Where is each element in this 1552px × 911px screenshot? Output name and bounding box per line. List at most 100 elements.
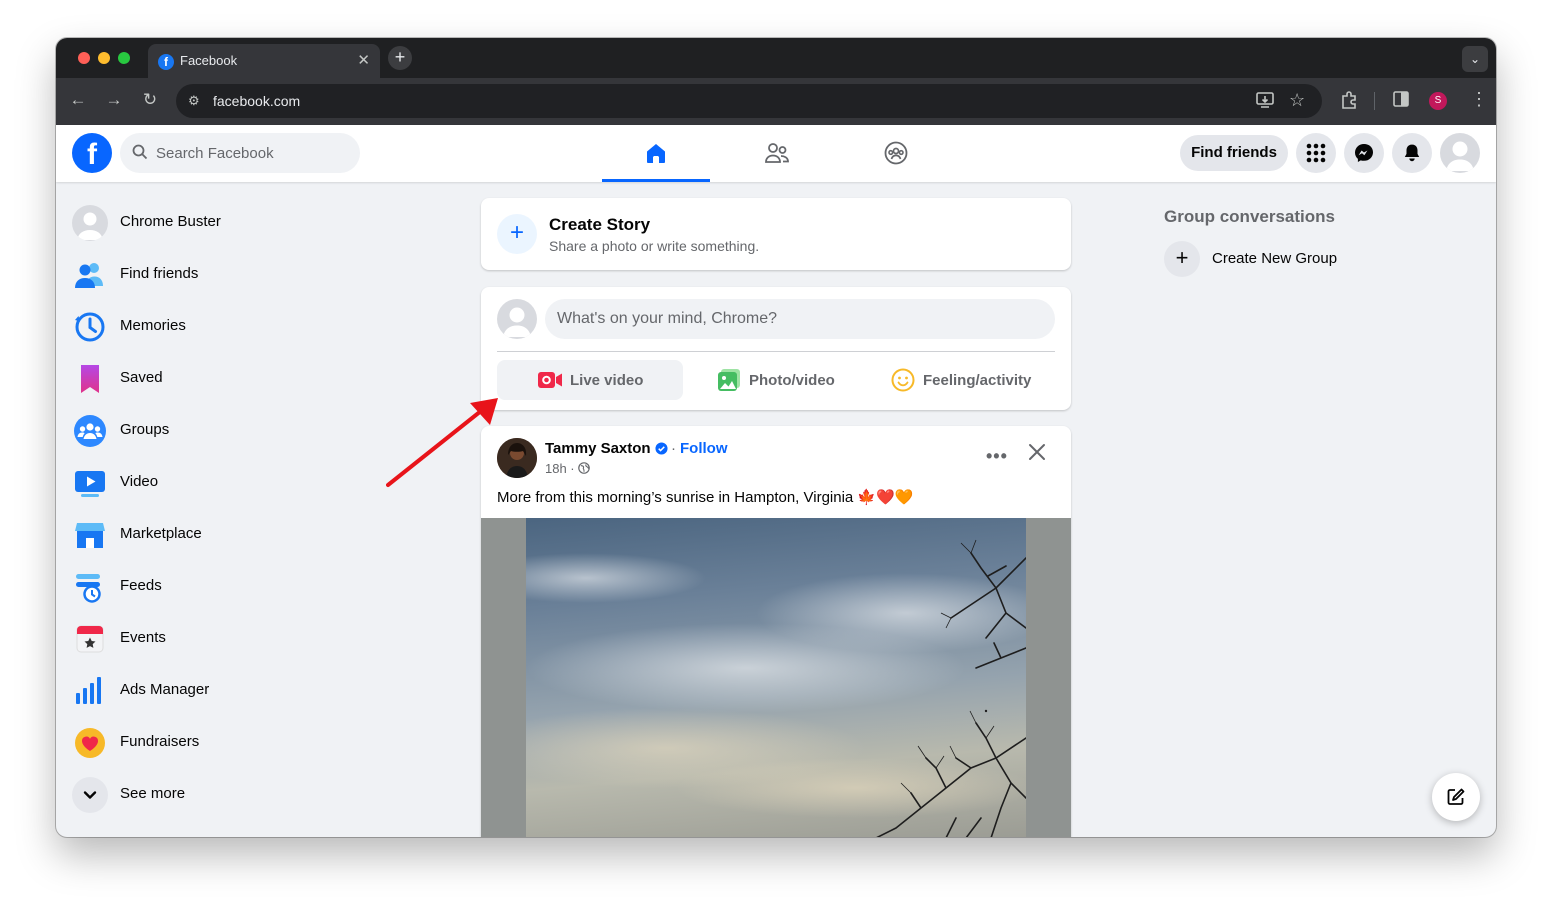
reload-icon[interactable]: ↻ [139, 90, 161, 110]
sidebar-item-label: Groups [120, 421, 170, 438]
close-icon[interactable] [1027, 442, 1047, 462]
create-new-group-button[interactable]: + Create New Group [1164, 241, 1464, 277]
facebook-logo-icon[interactable]: f [72, 133, 112, 173]
sidebar-item-label: Feeds [120, 577, 162, 594]
sidebar-item-label: Memories [120, 317, 186, 334]
notifications-button[interactable] [1392, 133, 1432, 173]
sunrise-photo [526, 518, 1026, 837]
create-new-group-label: Create New Group [1212, 250, 1338, 267]
sidebar-item-label: Find friends [120, 265, 199, 282]
extensions-icon[interactable] [1340, 91, 1358, 114]
search-input[interactable]: Search Facebook [120, 133, 360, 173]
sidebar-item-label: Saved [120, 369, 163, 386]
default-avatar-icon [1446, 141, 1474, 171]
sidebar-item-find-friends[interactable]: Find friends [72, 249, 452, 301]
search-icon [132, 144, 148, 160]
profile-avatar[interactable]: S [1429, 92, 1447, 110]
divider [497, 351, 1055, 352]
post-card: Tammy Saxton · Follow 18h · ••• More fro… [481, 426, 1071, 837]
facebook-favicon-icon: f [158, 54, 174, 70]
url-text[interactable]: facebook.com [213, 93, 300, 109]
sidebar-item-label: Chrome Buster [120, 213, 221, 230]
sidebar-item-profile[interactable]: Chrome Buster [72, 197, 452, 249]
browser-tab[interactable]: f Facebook ✕ [148, 44, 380, 78]
post-author[interactable]: Tammy Saxton [545, 440, 651, 457]
feeling-activity-button[interactable]: Feeling/activity [869, 360, 1055, 400]
minimize-window-button[interactable] [98, 52, 110, 64]
new-tab-button[interactable]: + [388, 46, 412, 70]
tab-home[interactable] [602, 125, 710, 182]
maximize-window-button[interactable] [118, 52, 130, 64]
bookmark-star-icon[interactable]: ☆ [1289, 90, 1305, 111]
plus-icon: + [497, 214, 537, 254]
sidebar-item-memories[interactable]: Memories [72, 301, 452, 353]
sidebar-item-feeds[interactable]: Feeds [72, 561, 452, 613]
post-timestamp[interactable]: 18h · [545, 461, 575, 476]
tab-bar: f Facebook ✕ + ⌄ [56, 38, 1496, 78]
user-avatar[interactable] [497, 299, 537, 339]
profile-avatar [72, 205, 108, 241]
sidebar-item-marketplace[interactable]: Marketplace [72, 509, 452, 561]
address-bar[interactable]: ⚙ facebook.com ☆ [176, 84, 1322, 118]
post-photo[interactable] [481, 518, 1071, 837]
install-app-icon[interactable] [1256, 92, 1274, 113]
globe-icon [578, 462, 590, 474]
messenger-button[interactable] [1344, 133, 1384, 173]
tab-friends[interactable] [722, 125, 830, 182]
sidebar-item-label: Fundraisers [120, 733, 200, 750]
groups-icon [884, 141, 908, 165]
back-icon[interactable]: ← [67, 90, 89, 110]
forward-icon[interactable]: → [103, 90, 125, 110]
sidebar-item-label: Ads Manager [120, 681, 210, 698]
photo-video-label: Photo/video [749, 371, 835, 389]
sidebar-item-label: Marketplace [120, 525, 202, 542]
memories-icon [75, 312, 105, 342]
verified-badge-icon [655, 442, 668, 455]
close-window-button[interactable] [78, 52, 90, 64]
divider [1374, 92, 1375, 110]
browser-menu-icon[interactable]: ⋮ [1470, 89, 1488, 110]
tab-groups[interactable] [842, 125, 950, 182]
bell-icon [1404, 144, 1420, 162]
compose-icon [1447, 788, 1465, 805]
photo-video-button[interactable]: Photo/video [683, 360, 869, 400]
site-settings-icon[interactable]: ⚙ [188, 93, 200, 109]
live-video-button[interactable]: Live video [497, 360, 683, 400]
marketplace-icon [75, 523, 105, 548]
feeling-icon [891, 368, 915, 392]
sidebar-item-label: Video [120, 473, 159, 490]
status-input[interactable]: What's on your mind, Chrome? [545, 299, 1055, 339]
facebook-header: f Search Facebook Find friends [56, 125, 1496, 182]
menu-button[interactable] [1296, 133, 1336, 173]
sidebar-item-see-more[interactable]: See more [72, 769, 452, 821]
feeds-icon [76, 574, 101, 603]
new-message-button[interactable] [1432, 773, 1480, 821]
account-avatar[interactable] [1440, 133, 1480, 173]
sidebar-item-label: See more [120, 785, 186, 802]
saved-icon [81, 365, 99, 393]
feeling-activity-label: Feeling/activity [923, 371, 1032, 389]
ads-manager-icon [76, 677, 101, 704]
sidebar-item-fundraisers[interactable]: Fundraisers [72, 717, 452, 769]
sidebar-item-events[interactable]: Events [72, 613, 452, 665]
search-placeholder: Search Facebook [156, 145, 274, 162]
tab-search-button[interactable]: ⌄ [1462, 46, 1488, 72]
menu-grid-icon [1306, 143, 1326, 163]
sidebar-item-ads-manager[interactable]: Ads Manager [72, 665, 452, 717]
photo-icon [718, 369, 740, 391]
post-text: More from this morning’s sunrise in Hamp… [497, 489, 914, 506]
video-icon [75, 471, 105, 497]
plus-icon: + [1164, 241, 1200, 277]
tab-close-icon[interactable]: ✕ [357, 51, 370, 69]
friends-icon [765, 143, 789, 163]
separator-dot: · [671, 440, 676, 457]
create-story-card[interactable]: + Create Story Share a photo or write so… [481, 198, 1071, 270]
more-options-icon[interactable]: ••• [986, 446, 1008, 467]
follow-button[interactable]: Follow [680, 440, 728, 457]
events-icon [76, 625, 104, 653]
tab-title: Facebook [180, 53, 238, 68]
browser-window: f Facebook ✕ + ⌄ ← → ↻ ⚙ facebook.com ☆ … [56, 38, 1496, 837]
find-friends-button[interactable]: Find friends [1180, 135, 1288, 171]
chevron-down-icon [72, 777, 108, 813]
side-panel-icon[interactable] [1393, 91, 1409, 112]
